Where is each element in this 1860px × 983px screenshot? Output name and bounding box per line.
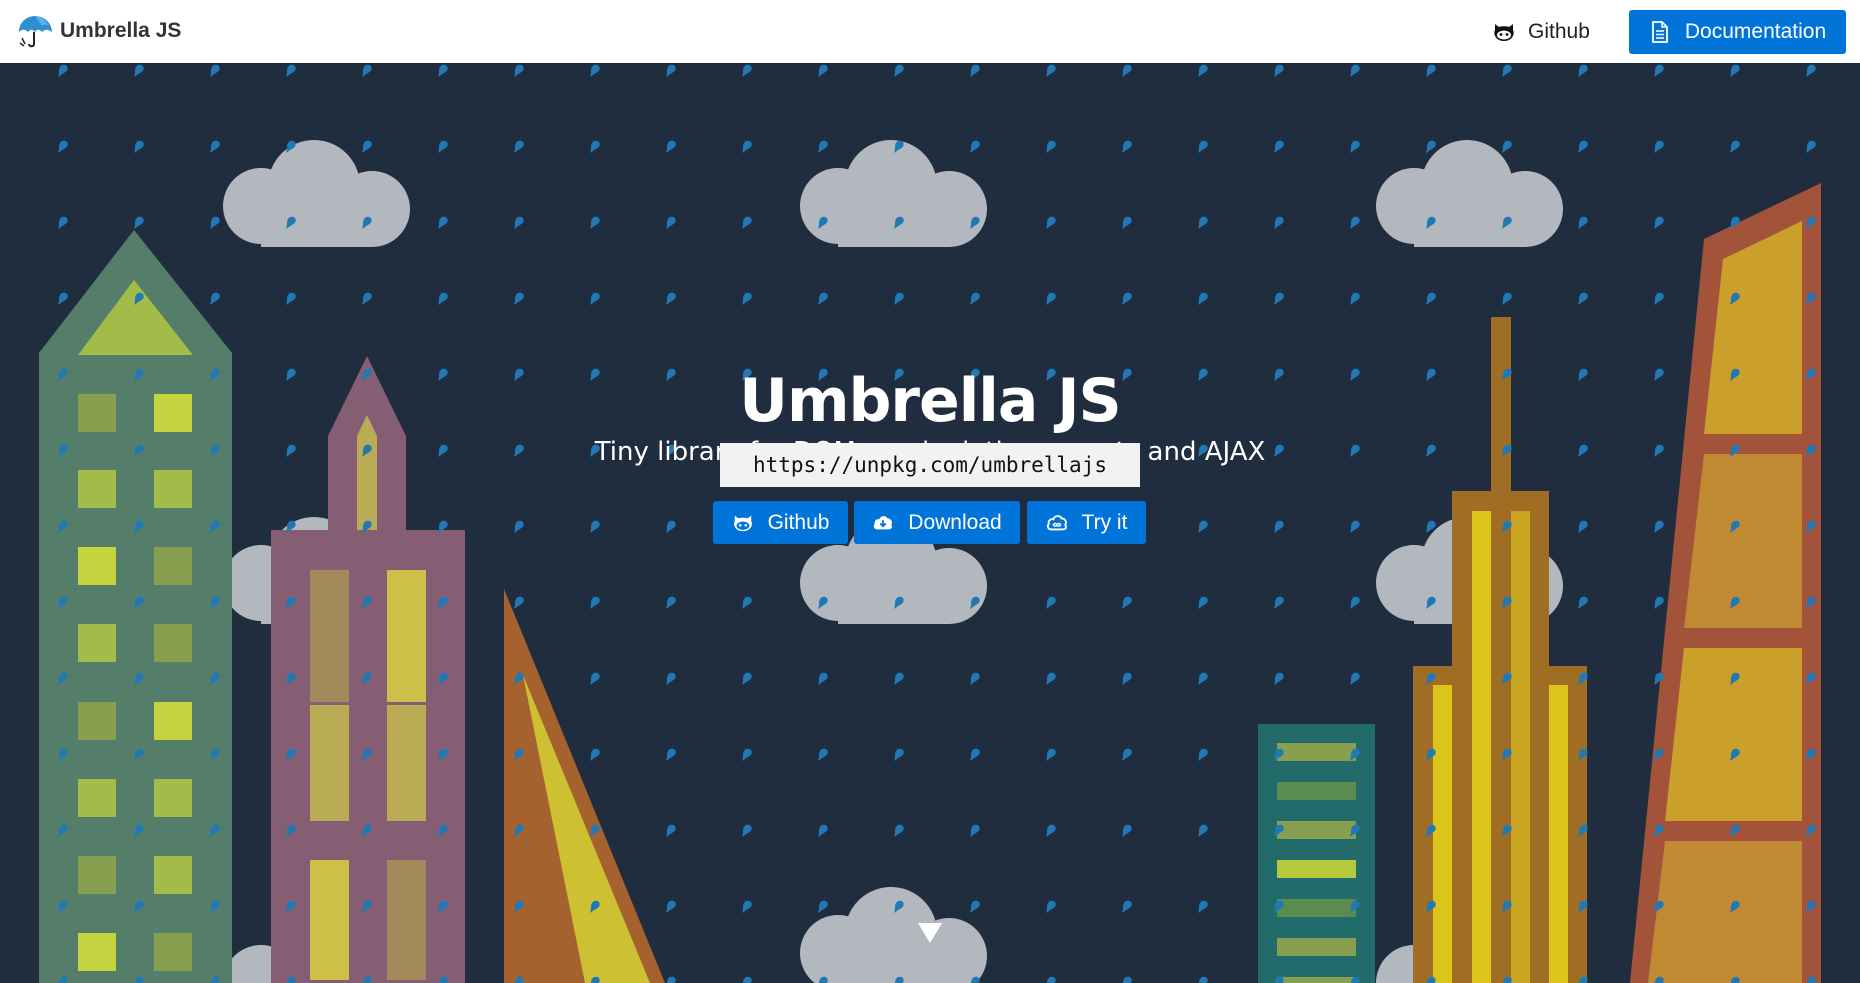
cloud-download-icon — [874, 515, 893, 529]
top-navbar: Umbrella JS Github Documentation — [0, 0, 1860, 63]
umbrella-icon — [19, 16, 52, 48]
nav-github-link[interactable]: Github — [1492, 14, 1590, 50]
documentation-label: Documentation — [1684, 20, 1827, 43]
try-it-button-label: Try it — [1081, 510, 1128, 534]
github-icon — [733, 515, 752, 531]
download-button[interactable]: Download — [854, 501, 1020, 544]
document-icon — [1651, 21, 1668, 43]
github-icon — [1494, 24, 1514, 41]
hero-title: Umbrella JS — [739, 366, 1122, 436]
try-it-button[interactable]: Try it — [1027, 501, 1146, 544]
documentation-button[interactable]: Documentation — [1629, 10, 1846, 54]
cloud-icon — [1046, 514, 1067, 530]
github-button[interactable]: Github — [713, 501, 848, 544]
cdn-url-field[interactable]: https://unpkg.com/umbrellajs — [720, 443, 1140, 487]
brand-name: Umbrella JS — [60, 19, 182, 42]
github-button-label: Github — [767, 510, 830, 534]
nav-github-label: Github — [1528, 20, 1590, 43]
download-button-label: Download — [908, 510, 1002, 534]
brand-link[interactable]: Umbrella JS — [16, 12, 181, 50]
